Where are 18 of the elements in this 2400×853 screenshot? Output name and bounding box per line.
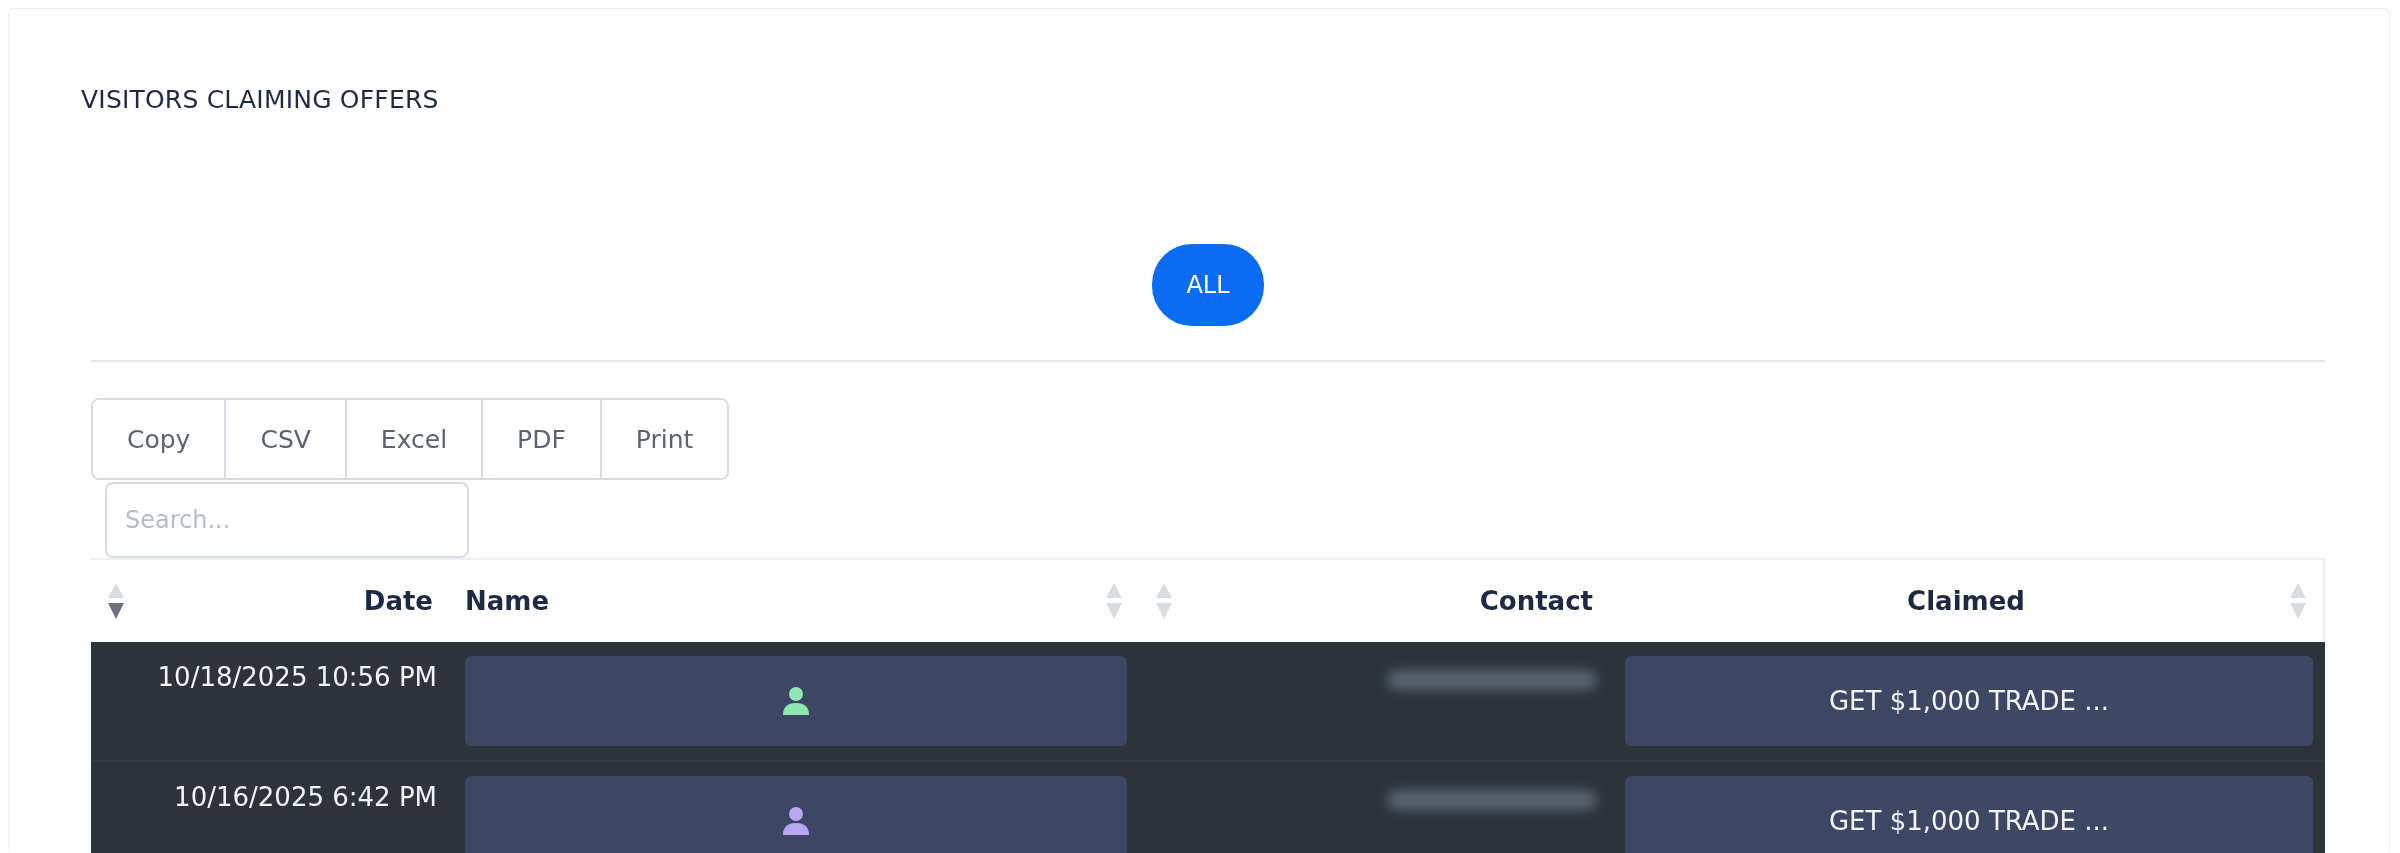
export-button[interactable]: Print bbox=[599, 400, 728, 478]
column-header[interactable]: Date bbox=[363, 586, 433, 616]
column-header[interactable]: Name bbox=[465, 586, 550, 616]
date-cell-text: 10/16/2025 6:42 PM bbox=[174, 781, 437, 812]
offer-chip[interactable]: GET $1,000 TRADE ... bbox=[1625, 776, 2313, 853]
sort-descending-icon[interactable] bbox=[107, 583, 125, 619]
sort-icon[interactable] bbox=[1105, 583, 1123, 619]
date-cell-text: 10/18/2025 10:56 PM bbox=[157, 661, 437, 692]
search-field[interactable]: Search... bbox=[105, 482, 469, 558]
name-chip[interactable] bbox=[465, 776, 1127, 853]
sort-icon[interactable] bbox=[1155, 583, 1173, 619]
offer-chip[interactable]: GET $1,000 TRADE ... bbox=[1625, 656, 2313, 746]
filter-tab[interactable]: ALL bbox=[1152, 244, 1264, 326]
sort-icon[interactable] bbox=[2289, 583, 2307, 619]
column-header[interactable]: Contact bbox=[1479, 586, 1593, 616]
column-header[interactable]: Claimed bbox=[1907, 586, 2025, 616]
name-chip[interactable] bbox=[465, 656, 1127, 746]
section-title: VISITORS CLAIMING OFFERS bbox=[81, 85, 440, 114]
